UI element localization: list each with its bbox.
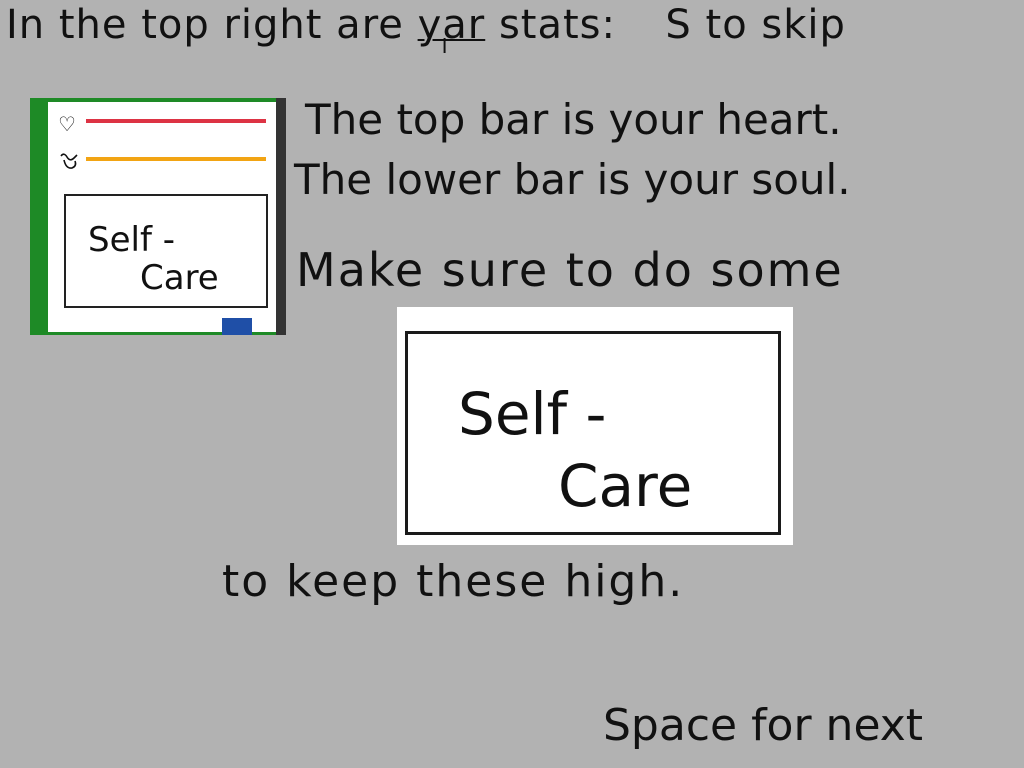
- hud-card-line1: Self -: [88, 220, 175, 260]
- card-line1: Self -: [458, 380, 607, 448]
- stats-intro-after: stats:: [485, 2, 616, 48]
- stats-intro-text: In the top right are yar stats: S to ski…: [6, 2, 846, 48]
- heart-icon: ♡: [58, 112, 76, 136]
- stats-intro-before: In the top right are: [6, 2, 418, 48]
- heart-bar: [86, 119, 266, 123]
- card-line2: Care: [558, 452, 693, 520]
- hud-card-line2: Care: [140, 258, 219, 298]
- soul-bar: [86, 157, 266, 161]
- hud-self-care-card: Self - Care: [64, 194, 268, 308]
- self-care-card: Self - Care: [405, 331, 781, 535]
- next-hint: Space for next: [603, 700, 924, 751]
- self-care-card-image: Self - Care: [397, 307, 793, 545]
- make-sure-text: Make sure to do some: [296, 243, 844, 297]
- keep-high-text: to keep these high.: [222, 556, 685, 607]
- stats-intro-typo: yar: [418, 2, 486, 48]
- heart-bar-text: The top bar is your heart.: [305, 95, 842, 144]
- water-tile: [222, 318, 252, 335]
- hud-preview: ♡ Self - Care: [30, 98, 286, 335]
- soul-bar-fill: [86, 157, 266, 161]
- skip-hint: S to skip: [665, 2, 846, 48]
- soul-icon: [58, 150, 80, 175]
- heart-bar-fill: [86, 119, 266, 123]
- soul-bar-text: The lower bar is your soul.: [294, 155, 851, 204]
- hud-panel: ♡ Self - Care: [48, 102, 286, 332]
- hud-edge-strip: [276, 98, 286, 335]
